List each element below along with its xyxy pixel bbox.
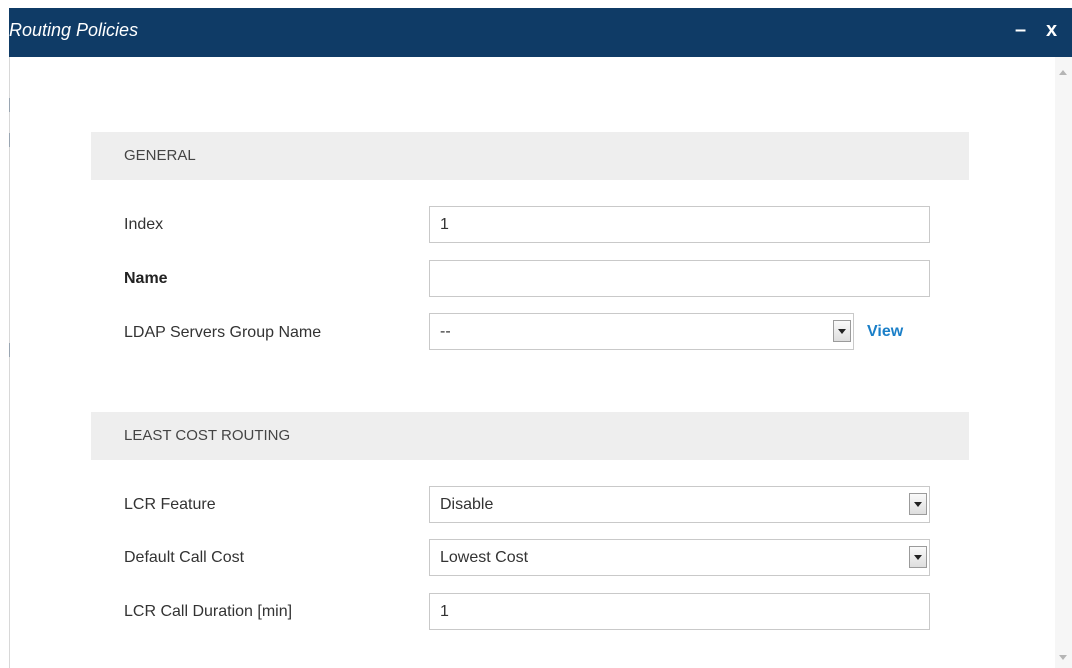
scroll-up-icon[interactable] [1059,70,1067,75]
close-button[interactable]: x [1046,18,1057,42]
lcr-feature-value: Disable [440,496,494,513]
vertical-scrollbar[interactable] [1055,57,1072,668]
index-field[interactable]: 1 [429,206,930,243]
section-lcr-header: LEAST COST ROUTING [91,412,969,460]
chevron-down-icon[interactable] [909,546,927,568]
edge-tick [9,133,10,147]
scroll-down-icon[interactable] [1059,655,1067,660]
default-call-cost-value: Lowest Cost [440,549,529,566]
lcr-call-duration-field[interactable]: 1 [429,593,930,630]
section-general-title: GENERAL [124,147,196,164]
routing-policies-dialog: Routing Policies – x GENERAL Index 1 Nam… [9,8,1072,668]
chevron-down-icon[interactable] [833,320,851,342]
section-general-header: GENERAL [91,132,969,180]
name-field[interactable] [429,260,930,297]
lcr-feature-label: LCR Feature [124,496,216,513]
section-lcr-title: LEAST COST ROUTING [124,427,291,444]
dialog-titlebar: Routing Policies – x [9,8,1072,57]
dialog-title: Routing Policies [9,20,139,40]
ldap-group-value: -- [440,323,451,340]
minimize-button[interactable]: – [1015,18,1026,42]
ldap-group-select[interactable]: -- [429,313,854,350]
index-label: Index [124,216,164,233]
name-label: Name [124,270,168,287]
lcr-call-duration-label: LCR Call Duration [min] [124,603,293,620]
edge-tick [9,343,10,357]
chevron-down-icon[interactable] [909,493,927,515]
left-edge-divider [9,57,10,668]
ldap-group-label: LDAP Servers Group Name [124,324,322,341]
default-call-cost-select[interactable]: Lowest Cost [429,539,930,576]
lcr-feature-select[interactable]: Disable [429,486,930,523]
edge-tick [9,98,10,112]
default-call-cost-label: Default Call Cost [124,549,245,566]
view-link[interactable]: View [867,323,903,341]
